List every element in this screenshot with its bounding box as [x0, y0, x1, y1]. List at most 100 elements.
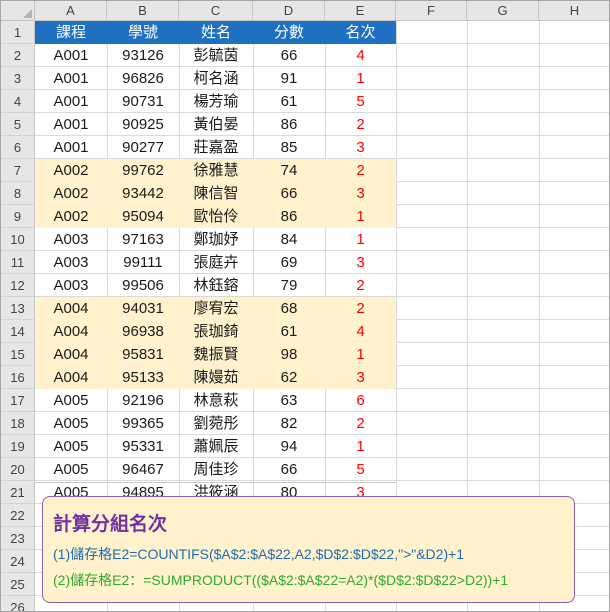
table-cell-score[interactable]: 62 — [253, 366, 325, 389]
table-cell-score[interactable]: 69 — [253, 251, 325, 274]
table-header-cell[interactable]: 名次 — [325, 21, 396, 44]
table-cell-rank[interactable]: 2 — [325, 412, 396, 435]
table-cell-id[interactable]: 96467 — [107, 458, 179, 481]
row-header-25[interactable]: 25 — [1, 573, 35, 596]
table-cell-course[interactable]: A004 — [35, 366, 107, 389]
table-cell-name[interactable]: 張珈錡 — [179, 320, 253, 343]
table-cell-rank[interactable]: 2 — [325, 113, 396, 136]
table-cell-rank[interactable]: 5 — [325, 90, 396, 113]
row-header-9[interactable]: 9 — [1, 205, 35, 228]
table-cell-course[interactable]: A004 — [35, 297, 107, 320]
table-cell-score[interactable]: 66 — [253, 182, 325, 205]
table-header-cell[interactable]: 姓名 — [179, 21, 253, 44]
table-cell-score[interactable]: 63 — [253, 389, 325, 412]
row-header-23[interactable]: 23 — [1, 527, 35, 550]
table-cell-course[interactable]: A005 — [35, 412, 107, 435]
table-cell-name[interactable]: 楊芳瑜 — [179, 90, 253, 113]
row-header-26[interactable]: 26 — [1, 596, 35, 611]
table-cell-rank[interactable]: 3 — [325, 366, 396, 389]
table-cell-score[interactable]: 91 — [253, 67, 325, 90]
table-cell-rank[interactable]: 2 — [325, 297, 396, 320]
table-cell-name[interactable]: 魏振賢 — [179, 343, 253, 366]
row-header-17[interactable]: 17 — [1, 389, 35, 412]
table-cell-score[interactable]: 84 — [253, 228, 325, 251]
formula-note-box[interactable]: 計算分組名次 (1)儲存格E2=COUNTIFS($A$2:$A$22,A2,$… — [42, 496, 575, 603]
row-header-6[interactable]: 6 — [1, 136, 35, 159]
select-all-corner[interactable] — [1, 1, 35, 21]
row-header-10[interactable]: 10 — [1, 228, 35, 251]
table-cell-score[interactable]: 94 — [253, 435, 325, 458]
row-header-3[interactable]: 3 — [1, 67, 35, 90]
table-cell-course[interactable]: A003 — [35, 228, 107, 251]
table-cell-score[interactable]: 66 — [253, 44, 325, 67]
table-cell-id[interactable]: 96938 — [107, 320, 179, 343]
row-header-21[interactable]: 21 — [1, 481, 35, 504]
table-cell-id[interactable]: 93442 — [107, 182, 179, 205]
row-header-22[interactable]: 22 — [1, 504, 35, 527]
table-cell-rank[interactable]: 6 — [325, 389, 396, 412]
row-header-7[interactable]: 7 — [1, 159, 35, 182]
table-cell-name[interactable]: 徐雅慧 — [179, 159, 253, 182]
table-cell-name[interactable]: 蕭姵辰 — [179, 435, 253, 458]
row-header-11[interactable]: 11 — [1, 251, 35, 274]
row-header-19[interactable]: 19 — [1, 435, 35, 458]
table-cell-score[interactable]: 68 — [253, 297, 325, 320]
table-cell-rank[interactable]: 4 — [325, 44, 396, 67]
row-header-18[interactable]: 18 — [1, 412, 35, 435]
table-cell-id[interactable]: 95133 — [107, 366, 179, 389]
table-cell-rank[interactable]: 2 — [325, 159, 396, 182]
table-cell-course[interactable]: A005 — [35, 435, 107, 458]
table-cell-rank[interactable]: 3 — [325, 251, 396, 274]
table-cell-id[interactable]: 90925 — [107, 113, 179, 136]
row-header-16[interactable]: 16 — [1, 366, 35, 389]
table-cell-rank[interactable]: 3 — [325, 136, 396, 159]
column-header-G[interactable]: G — [467, 1, 539, 21]
table-cell-score[interactable]: 61 — [253, 320, 325, 343]
table-cell-id[interactable]: 95831 — [107, 343, 179, 366]
table-header-cell[interactable]: 分數 — [253, 21, 325, 44]
table-cell-id[interactable]: 95331 — [107, 435, 179, 458]
table-cell-name[interactable]: 柯名涵 — [179, 67, 253, 90]
table-header-cell[interactable]: 課程 — [35, 21, 107, 44]
table-cell-name[interactable]: 周佳珍 — [179, 458, 253, 481]
table-cell-rank[interactable]: 4 — [325, 320, 396, 343]
table-cell-id[interactable]: 90277 — [107, 136, 179, 159]
row-header-12[interactable]: 12 — [1, 274, 35, 297]
row-header-24[interactable]: 24 — [1, 550, 35, 573]
table-cell-rank[interactable]: 2 — [325, 274, 396, 297]
row-header-5[interactable]: 5 — [1, 113, 35, 136]
table-cell-id[interactable]: 90731 — [107, 90, 179, 113]
table-cell-id[interactable]: 95094 — [107, 205, 179, 228]
row-header-1[interactable]: 1 — [1, 21, 35, 44]
table-cell-rank[interactable]: 1 — [325, 435, 396, 458]
table-cell-score[interactable]: 61 — [253, 90, 325, 113]
table-cell-rank[interactable]: 5 — [325, 458, 396, 481]
row-header-4[interactable]: 4 — [1, 90, 35, 113]
table-cell-name[interactable]: 歐怡伶 — [179, 205, 253, 228]
column-header-B[interactable]: B — [107, 1, 179, 21]
table-cell-rank[interactable]: 3 — [325, 182, 396, 205]
table-cell-course[interactable]: A001 — [35, 90, 107, 113]
table-cell-score[interactable]: 79 — [253, 274, 325, 297]
table-cell-score[interactable]: 85 — [253, 136, 325, 159]
column-header-D[interactable]: D — [253, 1, 325, 21]
table-cell-course[interactable]: A003 — [35, 274, 107, 297]
column-header-H[interactable]: H — [539, 1, 609, 21]
table-cell-course[interactable]: A002 — [35, 159, 107, 182]
table-cell-course[interactable]: A004 — [35, 320, 107, 343]
table-cell-name[interactable]: 莊嘉盈 — [179, 136, 253, 159]
table-cell-id[interactable]: 96826 — [107, 67, 179, 90]
table-cell-course[interactable]: A004 — [35, 343, 107, 366]
column-header-F[interactable]: F — [396, 1, 467, 21]
table-cell-name[interactable]: 張庭卉 — [179, 251, 253, 274]
column-header-E[interactable]: E — [325, 1, 396, 21]
table-cell-score[interactable]: 82 — [253, 412, 325, 435]
table-cell-name[interactable]: 黃伯晏 — [179, 113, 253, 136]
table-cell-id[interactable]: 97163 — [107, 228, 179, 251]
row-header-2[interactable]: 2 — [1, 44, 35, 67]
table-cell-course[interactable]: A003 — [35, 251, 107, 274]
row-header-13[interactable]: 13 — [1, 297, 35, 320]
table-cell-score[interactable]: 66 — [253, 458, 325, 481]
table-cell-name[interactable]: 劉菀彤 — [179, 412, 253, 435]
row-header-15[interactable]: 15 — [1, 343, 35, 366]
